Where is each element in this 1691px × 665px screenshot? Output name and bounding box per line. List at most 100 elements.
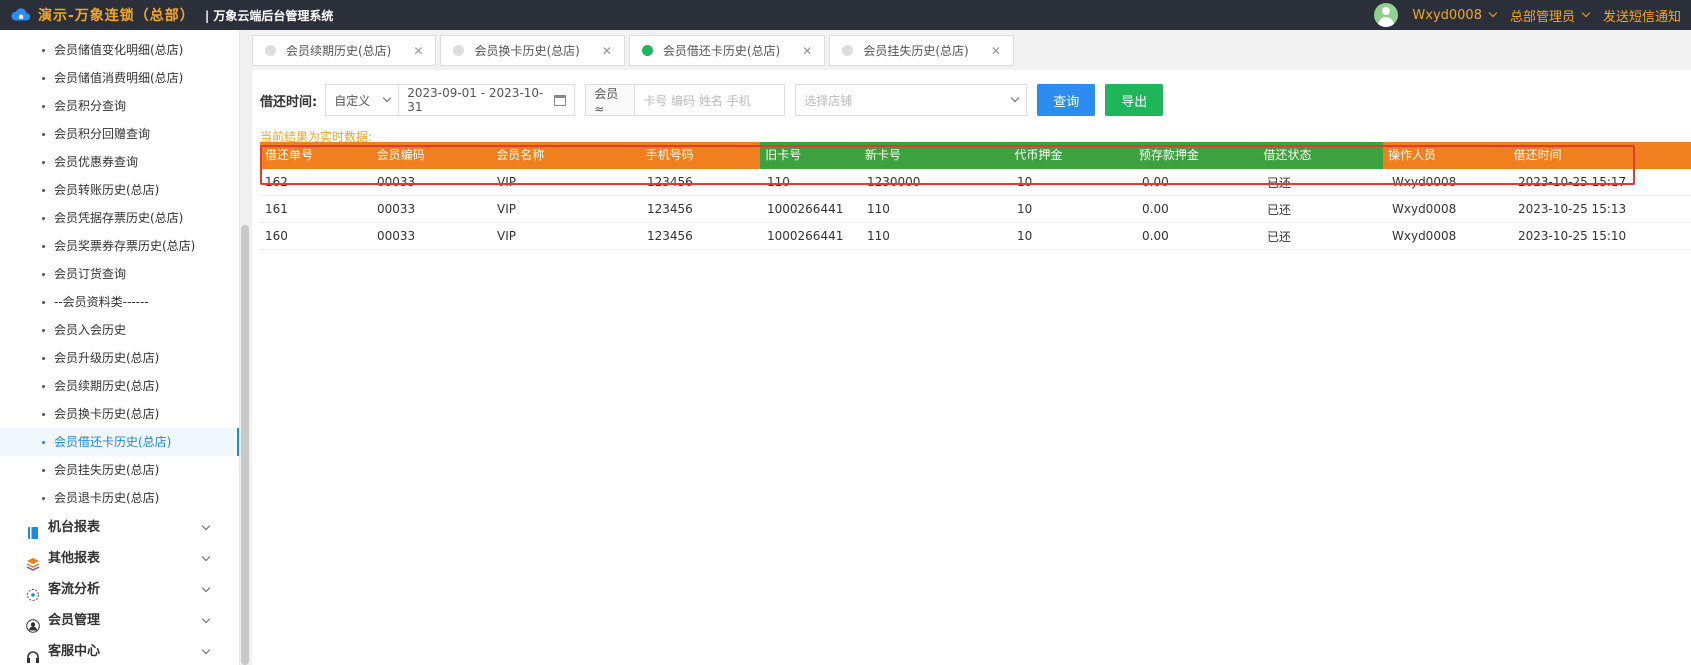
sidebar-item[interactable]: 会员换卡历史(总店) (0, 400, 239, 428)
table-cell: 110 (767, 175, 790, 189)
headset-icon (26, 645, 40, 663)
sidebar-item[interactable]: 会员储值消费明细(总店) (0, 64, 239, 92)
sidebar: 会员储值明细会员储值变化明细(总店)会员储值消费明细(总店)会员积分查询会员积分… (0, 30, 240, 665)
export-button[interactable]: 导出 (1105, 84, 1164, 116)
user-menu[interactable]: Wxyd0008 (1412, 7, 1498, 23)
close-icon[interactable]: ✕ (602, 44, 612, 58)
member-search-placeholder: 卡号 编码 姓名 手机 (643, 93, 751, 108)
tab-item[interactable]: 会员换卡历史(总店) ✕ (440, 35, 625, 66)
chevron-down-icon (201, 583, 211, 593)
table-cell: 10 (1017, 229, 1033, 243)
sidebar-item[interactable]: 会员挂失历史(总店) (0, 456, 239, 484)
chevron-down-icon (1581, 8, 1591, 18)
column-header[interactable]: 会员编码 (371, 142, 492, 169)
chevron-down-icon (201, 521, 211, 531)
member-search-input[interactable]: 卡号 编码 姓名 手机 (635, 84, 786, 116)
tab-status-dot-icon (842, 45, 854, 56)
table-row[interactable]: 160 00033 VIP 123456 1000266441 110 10 0.00 已还 Wx… (260, 223, 1691, 250)
table-cell: 0.00 (1142, 175, 1169, 189)
header-filler (1685, 142, 1691, 169)
sidebar-scrollbar[interactable] (240, 30, 250, 665)
column-header[interactable]: 借还时间 (1508, 142, 1686, 169)
user-avatar[interactable] (1374, 3, 1399, 27)
close-icon[interactable]: ✕ (991, 44, 1001, 58)
scrollbar-thumb[interactable] (241, 225, 249, 665)
column-header[interactable]: 会员名称 (491, 142, 641, 169)
system-name: | 万象云端后台管理系统 (204, 8, 334, 23)
sidebar-item-label: 会员挂失历史(总店) (54, 463, 160, 477)
sidebar-group[interactable]: 客流分析 (0, 574, 239, 605)
member-prefix-label: 会员 ≈ (594, 86, 619, 116)
sidebar-group[interactable]: 机台报表 (0, 512, 239, 543)
sidebar-item[interactable]: 会员订货查询 (0, 260, 239, 288)
query-button[interactable]: 查询 (1037, 84, 1096, 116)
chevron-down-icon (382, 93, 392, 103)
sidebar-item[interactable]: 会员优惠券查询 (0, 148, 239, 176)
sidebar-group[interactable]: 会员管理 (0, 605, 239, 636)
chevron-down-icon (201, 552, 211, 562)
table-cell: 1000266441 (767, 202, 844, 216)
role-menu[interactable]: 总部管理员 (1510, 6, 1591, 25)
column-header[interactable]: 手机号码 (640, 142, 761, 169)
filter-bar: 借还时间: 自定义 2023-09-01 - 2023-10-31 会员 ≈ 卡… (260, 84, 1164, 116)
chevron-down-icon (201, 645, 211, 655)
sidebar-item[interactable]: 会员奖票券存票历史(总店) (0, 232, 239, 260)
table-cell: 110 (867, 229, 890, 243)
table-cell: VIP (497, 202, 516, 216)
table-cell: 162 (265, 175, 288, 189)
sidebar-item-label: 会员优惠券查询 (54, 155, 139, 169)
table-cell: 161 (265, 202, 288, 216)
column-header[interactable]: 操作人员 (1383, 142, 1509, 169)
table-cell: 10 (1017, 202, 1033, 216)
sidebar-group-label: 机台报表 (48, 520, 101, 535)
sidebar-item[interactable]: 会员储值变化明细(总店) (0, 36, 239, 64)
table-cell: 已还 (1267, 175, 1292, 190)
sidebar-group-label: 客服中心 (48, 644, 101, 659)
tab-item[interactable]: 会员借还卡历史(总店) ✕ (628, 35, 826, 66)
tab-label: 会员借还卡历史(总店) (662, 44, 781, 58)
sidebar-item[interactable]: 会员退卡历史(总店) (0, 484, 239, 512)
close-icon[interactable]: ✕ (413, 44, 423, 58)
table-cell: 1230000 (867, 175, 921, 189)
store-select[interactable]: 选择店铺 (795, 84, 1028, 116)
table-cell: 2023-10-25 15:10 (1518, 229, 1627, 243)
column-header[interactable]: 代币押金 (1009, 142, 1134, 169)
sidebar-group[interactable]: 其他报表 (0, 543, 239, 574)
member-search-prefix[interactable]: 会员 ≈ (585, 84, 636, 116)
date-range-input[interactable]: 2023-09-01 - 2023-10-31 (399, 84, 576, 116)
table-cell: 123456 (647, 229, 693, 243)
sidebar-item-label: 会员换卡历史(总店) (54, 407, 160, 421)
send-sms-link[interactable]: 发送短信通知 (1603, 6, 1681, 25)
sidebar-item[interactable]: 会员入会历史 (0, 316, 239, 344)
sidebar-item[interactable]: --会员资料类------ (0, 288, 239, 316)
sidebar-item[interactable]: 会员积分查询 (0, 92, 239, 120)
tab-item[interactable]: 会员挂失历史(总店) ✕ (829, 35, 1014, 66)
sidebar-item[interactable]: 会员借还卡历史(总店) (0, 428, 239, 456)
close-icon[interactable]: ✕ (802, 44, 812, 58)
sidebar-item-label: 会员订货查询 (54, 267, 127, 281)
column-header[interactable]: 旧卡号 (760, 142, 860, 169)
tab-item[interactable]: 会员续期历史(总店) ✕ (252, 35, 437, 66)
sidebar-item[interactable]: 会员续期历史(总店) (0, 372, 239, 400)
table-cell: 已还 (1267, 229, 1292, 244)
sidebar-group-label: 会员管理 (48, 613, 101, 628)
table-cell: 1000266441 (767, 229, 844, 243)
table-cell: 160 (265, 229, 288, 243)
column-header[interactable]: 预存款押金 (1133, 142, 1259, 169)
column-header[interactable]: 借还单号 (260, 142, 372, 169)
table-row[interactable]: 162 00033 VIP 123456 110 1230000 10 0.00 已还 Wxyd0… (260, 169, 1691, 196)
sidebar-item[interactable]: 会员积分回赠查询 (0, 120, 239, 148)
table-row[interactable]: 161 00033 VIP 123456 1000266441 110 10 0.00 已还 Wx… (260, 196, 1691, 223)
tab-status-dot-icon (641, 45, 653, 56)
table-cell: 0.00 (1142, 229, 1169, 243)
table-cell: 123456 (647, 202, 693, 216)
target-icon (26, 583, 40, 601)
sidebar-item[interactable]: 会员凭据存票历史(总店) (0, 204, 239, 232)
sidebar-group[interactable]: 客服中心 (0, 636, 239, 665)
sidebar-item[interactable]: 会员升级历史(总店) (0, 344, 239, 372)
user-name: Wxyd0008 (1412, 7, 1482, 23)
time-mode-select[interactable]: 自定义 (325, 84, 400, 116)
column-header[interactable]: 新卡号 (859, 142, 1010, 169)
sidebar-item[interactable]: 会员转账历史(总店) (0, 176, 239, 204)
column-header[interactable]: 借还状态 (1258, 142, 1384, 169)
